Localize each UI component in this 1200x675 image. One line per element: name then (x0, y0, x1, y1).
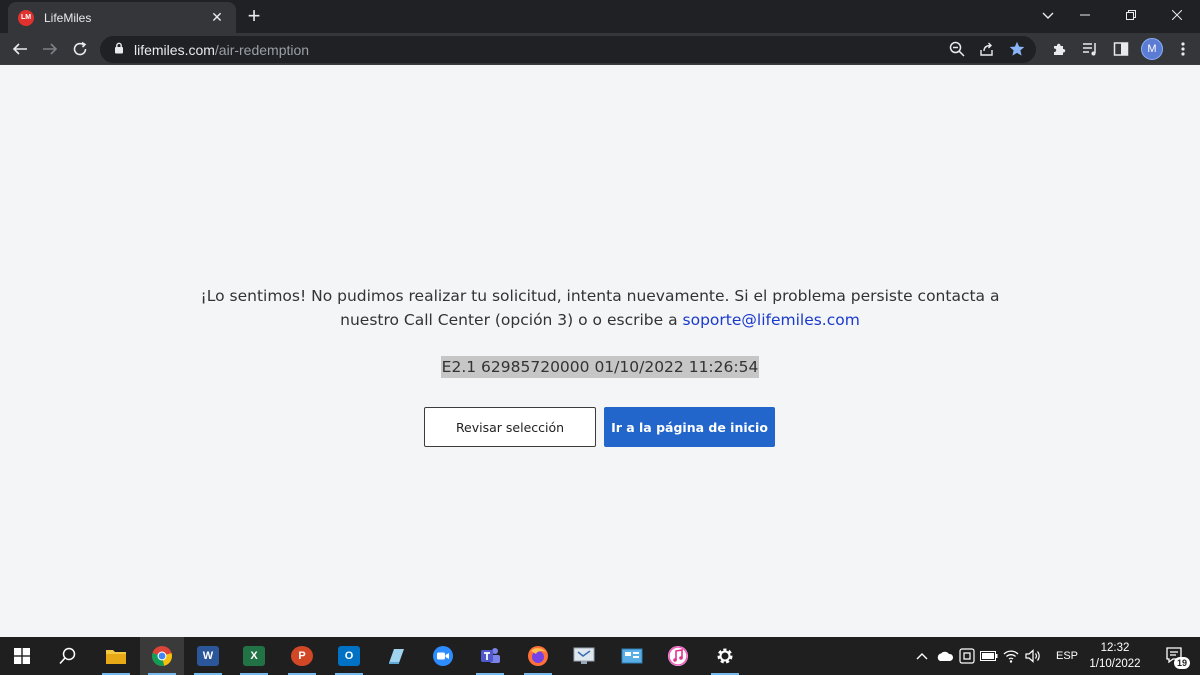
battery-icon[interactable] (978, 651, 1000, 661)
error-message: ¡Lo sentimos! No pudimos realizar tu sol… (200, 284, 1000, 332)
chrome-icon[interactable] (140, 637, 184, 675)
outlook-icon[interactable]: O (327, 637, 371, 675)
menu-kebab-icon[interactable] (1172, 36, 1194, 62)
minimize-icon[interactable] (1062, 0, 1108, 30)
browser-tab-strip: LM LifeMiles ✕ + (0, 0, 1200, 33)
search-icon[interactable] (46, 637, 90, 675)
notification-count-badge: 19 (1174, 657, 1191, 669)
notepad-icon[interactable] (374, 637, 418, 675)
new-tab-button[interactable]: + (244, 5, 264, 27)
media-controls-icon[interactable] (1079, 36, 1101, 62)
url-path: /air-redemption (214, 41, 310, 58)
onedrive-icon[interactable] (934, 651, 956, 661)
lifemiles-favicon-icon: LM (18, 9, 34, 26)
word-tile: W (197, 646, 219, 666)
review-selection-button[interactable]: Revisar selección (424, 407, 596, 447)
outlook-tile: O (338, 646, 360, 666)
share-icon[interactable] (978, 40, 996, 58)
error-code: E2.1 62985720000 01/10/2022 11:26:54 (440, 356, 760, 378)
clock-date: 1/10/2022 (1089, 658, 1141, 670)
wifi-icon[interactable] (1000, 649, 1022, 663)
remote-desktop-icon[interactable] (562, 637, 606, 675)
excel-icon[interactable]: X (232, 637, 276, 675)
error-code-row: E2.1 62985720000 01/10/2022 11:26:54 (0, 356, 1200, 378)
firefox-icon[interactable] (516, 637, 560, 675)
page-content: ¡Lo sentimos! No pudimos realizar tu sol… (0, 66, 1200, 637)
windows-security-icon[interactable] (956, 648, 978, 664)
clock-time: 12:32 (1100, 642, 1130, 654)
language-indicator[interactable]: ESP (1056, 650, 1078, 662)
forward-icon[interactable] (38, 37, 62, 61)
volume-icon[interactable] (1022, 649, 1044, 663)
error-message-line1: ¡Lo sentimos! No pudimos realizar tu sol… (200, 287, 1000, 305)
lock-icon[interactable] (114, 41, 124, 59)
support-email-link[interactable]: soporte@lifemiles.com (683, 311, 860, 329)
profile-avatar[interactable]: M (1141, 38, 1163, 60)
teams-icon[interactable] (468, 637, 512, 675)
zoom-icon[interactable] (948, 40, 966, 58)
extensions-icon[interactable] (1048, 36, 1070, 62)
zoom-icon[interactable] (421, 637, 465, 675)
excel-tile: X (243, 646, 265, 666)
system-tray: ESP (912, 637, 1078, 675)
close-tab-icon[interactable]: ✕ (208, 9, 226, 26)
notifications-icon[interactable]: 19 (1154, 637, 1198, 675)
show-hidden-icons-icon[interactable] (912, 652, 932, 660)
powerpoint-icon[interactable]: P (280, 637, 324, 675)
address-bar[interactable]: lifemiles.com/air-redemption (100, 36, 1036, 63)
clock[interactable]: 12:32 1/10/2022 (1082, 640, 1148, 672)
itunes-icon[interactable] (656, 637, 700, 675)
tab-lifemiles[interactable]: LM LifeMiles ✕ (8, 2, 236, 33)
restore-icon[interactable] (1108, 0, 1154, 30)
bookmark-star-icon[interactable] (1008, 40, 1026, 58)
word-icon[interactable]: W (186, 637, 230, 675)
powerpoint-tile: P (291, 646, 313, 666)
windows-taskbar: W X P O ESP 12:32 1/10/2022 19 (0, 637, 1200, 675)
browser-toolbar: lifemiles.com/air-redemption M (0, 33, 1200, 65)
control-panel-icon[interactable] (610, 637, 654, 675)
error-message-line2: nuestro Call Center (opción 3) o o escri… (200, 308, 1000, 332)
file-explorer-icon[interactable] (94, 637, 138, 675)
settings-icon[interactable] (703, 637, 747, 675)
side-panel-icon[interactable] (1110, 36, 1132, 62)
go-home-button[interactable]: Ir a la página de inicio (604, 407, 775, 447)
tab-search-icon[interactable] (1038, 6, 1058, 26)
close-window-icon[interactable] (1154, 0, 1200, 30)
error-message-line2-text: nuestro Call Center (opción 3) o o escri… (340, 311, 683, 329)
window-controls (1062, 0, 1200, 30)
tab-title: LifeMiles (44, 10, 92, 25)
url-host: lifemiles.com (134, 41, 215, 58)
reload-icon[interactable] (68, 37, 92, 61)
back-icon[interactable] (8, 37, 32, 61)
start-icon[interactable] (0, 637, 44, 675)
